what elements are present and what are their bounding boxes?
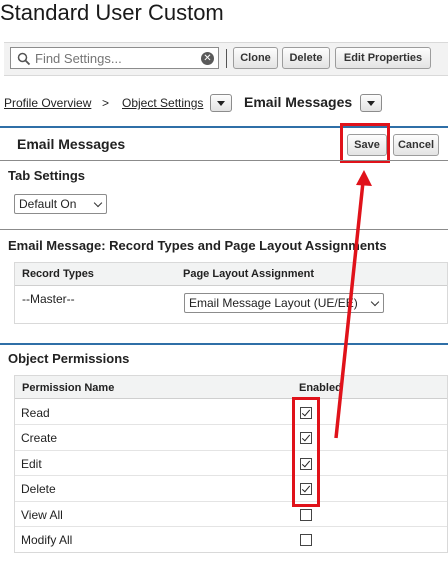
red-arrow-annotation [334,170,372,439]
